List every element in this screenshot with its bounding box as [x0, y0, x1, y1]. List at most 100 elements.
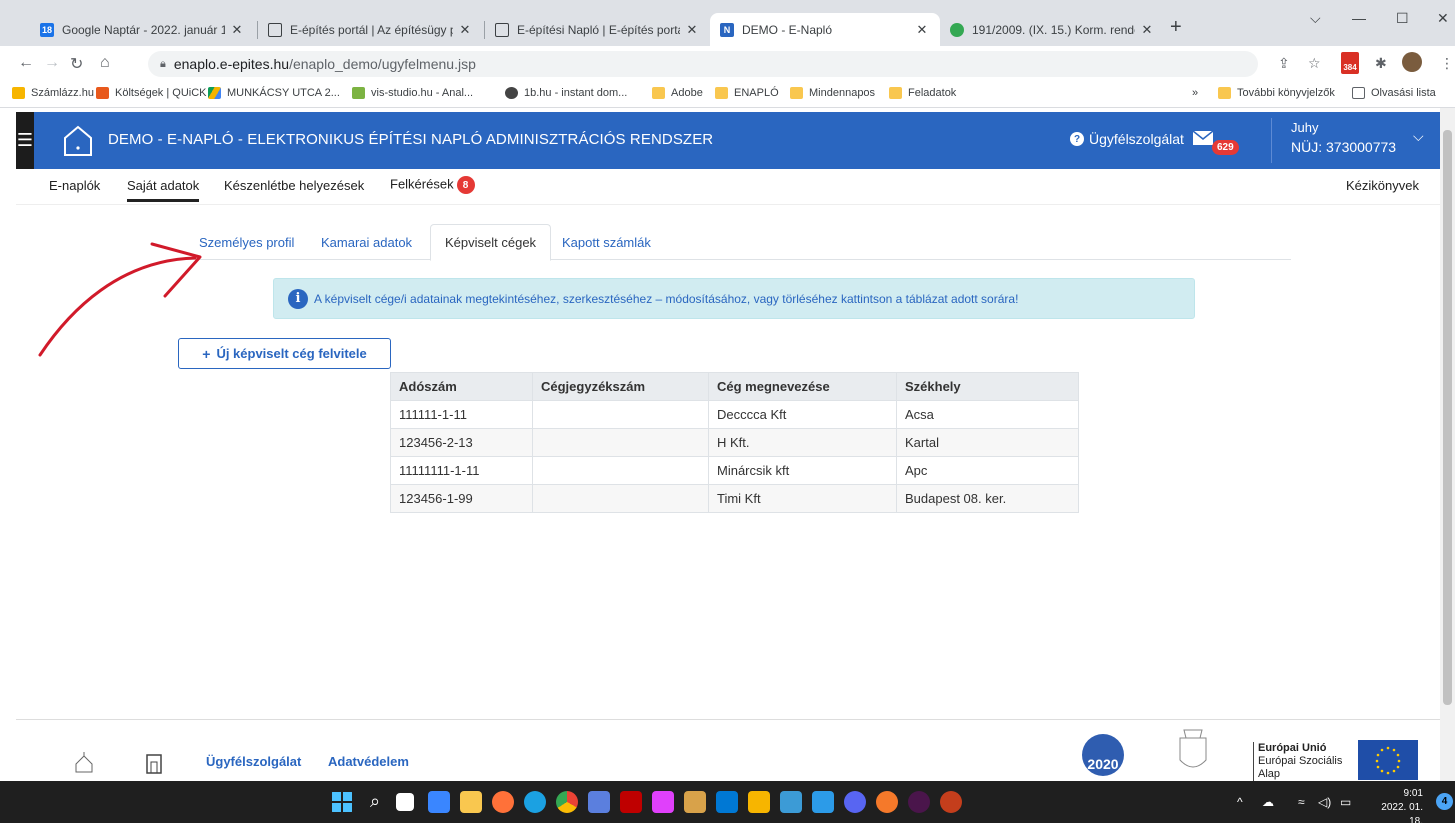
minimize-icon[interactable]: —: [1352, 10, 1366, 26]
close-tab-icon[interactable]: ✕: [914, 22, 930, 38]
help-link[interactable]: ? Ügyfélszolgálat: [1070, 131, 1184, 147]
footer-help-link[interactable]: Ügyfélszolgálat: [206, 754, 301, 769]
wifi-icon[interactable]: ≈: [1298, 795, 1305, 809]
app-home-icon[interactable]: [63, 125, 93, 157]
tab-szemelyes-profil[interactable]: Személyes profil: [199, 224, 294, 260]
address-bar[interactable]: 🔒︎ enaplo.e-epites.hu/enaplo_demo/ugyfel…: [148, 51, 1258, 77]
reload-icon[interactable]: ↻: [70, 54, 83, 74]
nav-kezikonyvek[interactable]: Kézikönyvek: [1346, 178, 1419, 193]
browser-tab-demo-enaplo[interactable]: N DEMO - E-Napló ✕: [710, 13, 940, 46]
mail-icon[interactable]: [1193, 131, 1213, 145]
tab-kapott-szamlak[interactable]: Kapott számlák: [562, 224, 651, 260]
table-row[interactable]: 123456-2-13 H Kft. Kartal: [390, 428, 1079, 457]
bookmarks-overflow[interactable]: »: [1192, 87, 1198, 99]
filezilla-icon[interactable]: [620, 791, 642, 813]
bookmark-1b[interactable]: 1b.hu - instant dom...: [505, 87, 627, 99]
chevron-down-icon[interactable]: ⌵: [1413, 128, 1424, 145]
blender-icon[interactable]: [876, 791, 898, 813]
profile-avatar[interactable]: [1402, 52, 1422, 72]
close-tab-icon[interactable]: ✕: [1139, 22, 1155, 38]
app-icon[interactable]: [684, 791, 706, 813]
browser-menu-icon[interactable]: ⋮: [1440, 55, 1454, 72]
close-window-icon[interactable]: ✕: [1437, 10, 1449, 27]
bookmark-munkacsy[interactable]: MUNKÁCSY UTCA 2...: [208, 87, 340, 99]
chrome-icon[interactable]: [556, 791, 578, 813]
table-row[interactable]: 11111111-1-11 Minárcsik kft Apc: [390, 456, 1079, 485]
close-tab-icon[interactable]: ✕: [684, 22, 700, 38]
table-row[interactable]: 123456-1-99 Timi Kft Budapest 08. ker.: [390, 484, 1079, 513]
close-tab-icon[interactable]: ✕: [457, 22, 473, 38]
tab-search-icon[interactable]: ⌵: [1310, 10, 1321, 27]
save-app-icon[interactable]: [588, 791, 610, 813]
bookmark-label: Feladatok: [908, 87, 957, 99]
notification-badge[interactable]: 4: [1436, 793, 1453, 810]
browser-tab-calendar[interactable]: 18 Google Naptár - 2022. január 17. ✕: [30, 13, 255, 46]
bookmark-feladatok[interactable]: Feladatok: [889, 87, 956, 99]
app-icon[interactable]: [748, 791, 770, 813]
add-company-button[interactable]: + Új képviselt cég felvitele: [178, 338, 391, 369]
discord-icon[interactable]: [844, 791, 866, 813]
bookmark-mindennapos[interactable]: Mindennapos: [790, 87, 875, 99]
nav-sajat-adatok[interactable]: Saját adatok: [127, 178, 200, 202]
slack-icon[interactable]: [908, 791, 930, 813]
powerpoint-icon[interactable]: [940, 791, 962, 813]
table-row[interactable]: 111111-1-11 Decccca Kft Acsa: [390, 400, 1079, 429]
column-header-ceg-megnevezese[interactable]: Cég megnevezése: [708, 372, 897, 401]
bookmark-szamlazz[interactable]: Számlázz.hu: [12, 87, 94, 99]
bookmark-koltsegek[interactable]: Költségek | QUiCK: [96, 87, 207, 99]
network-app-icon[interactable]: [780, 791, 802, 813]
search-icon[interactable]: ⌕: [364, 791, 386, 813]
column-header-szekhely[interactable]: Székhely: [896, 372, 1079, 401]
widgets-icon[interactable]: [428, 791, 450, 813]
clock[interactable]: 9:01 2022. 01. 18.: [1375, 787, 1423, 823]
star-icon[interactable]: ☆: [1308, 55, 1321, 72]
browser-tab-e-naplo-portal[interactable]: E-építési Napló | E-építés portál ✕: [485, 13, 710, 46]
eu-line2: Európai Szociális: [1258, 755, 1343, 767]
user-id[interactable]: NÜJ: 373000773: [1291, 139, 1396, 155]
file-explorer-icon[interactable]: [460, 791, 482, 813]
home-icon[interactable]: ⌂: [100, 54, 110, 72]
edge-icon[interactable]: [524, 791, 546, 813]
bookmark-vis-studio[interactable]: vis-studio.hu - Anal...: [352, 87, 473, 99]
task-view-icon[interactable]: [396, 793, 414, 811]
hamburger-menu-icon[interactable]: ☰: [16, 112, 34, 169]
tray-chevron-icon[interactable]: ^: [1237, 795, 1243, 809]
bookmark-enaplo[interactable]: ENAPLÓ: [715, 87, 779, 99]
gmail-extension-icon[interactable]: 384: [1341, 52, 1359, 74]
app-icon[interactable]: [812, 791, 834, 813]
extensions-icon[interactable]: ✱: [1375, 55, 1387, 72]
nav-e-naplok[interactable]: E-naplók: [49, 178, 100, 193]
footer-privacy-link[interactable]: Adatvédelem: [328, 754, 409, 769]
other-bookmarks[interactable]: További könyvjelzők: [1218, 87, 1335, 99]
maximize-icon[interactable]: ☐: [1396, 10, 1409, 27]
reading-list[interactable]: Olvasási lista: [1352, 87, 1436, 99]
bookmark-adobe[interactable]: Adobe: [652, 87, 703, 99]
volume-icon[interactable]: ◁): [1318, 795, 1331, 809]
back-icon[interactable]: ←: [18, 54, 34, 72]
column-header-cegjegyzekszam[interactable]: Cégjegyzékszám: [532, 372, 709, 401]
cell-cegjegyzekszam: [532, 400, 709, 429]
firefox-icon[interactable]: [492, 791, 514, 813]
browser-tab-e-epites[interactable]: E-építés portál | Az építésügy por ✕: [258, 13, 483, 46]
browser-tab-korm-rendelet[interactable]: 191/2009. (IX. 15.) Korm. rendelet ✕: [940, 13, 1165, 46]
column-header-adoszam[interactable]: Adószám: [390, 372, 533, 401]
new-tab-button[interactable]: +: [1170, 16, 1182, 39]
battery-icon[interactable]: ▭: [1340, 795, 1351, 809]
coat-of-arms-icon: [1179, 729, 1207, 768]
user-name[interactable]: Juhy: [1291, 120, 1318, 135]
share-icon[interactable]: ⇪: [1278, 55, 1290, 72]
tab-kamarai-adatok[interactable]: Kamarai adatok: [321, 224, 412, 260]
windows-start-icon[interactable]: [331, 791, 353, 813]
forward-icon[interactable]: →: [44, 54, 60, 72]
cell-adoszam: 123456-1-99: [390, 484, 533, 513]
bookmark-label: Költségek | QUiCK: [115, 87, 207, 99]
outlook-icon[interactable]: [716, 791, 738, 813]
close-tab-icon[interactable]: ✕: [229, 22, 245, 38]
tab-kepviselt-cegek[interactable]: Képviselt cégek: [430, 224, 552, 261]
scrollbar-thumb[interactable]: [1443, 130, 1452, 705]
nav-keszenletbe-helyezesek[interactable]: Készenlétbe helyezések: [224, 178, 364, 193]
nav-felkeresek[interactable]: Felkérések 8: [390, 176, 475, 194]
bookmark-label: vis-studio.hu - Anal...: [371, 87, 474, 99]
app-icon[interactable]: [652, 791, 674, 813]
onedrive-icon[interactable]: ☁: [1262, 795, 1274, 809]
